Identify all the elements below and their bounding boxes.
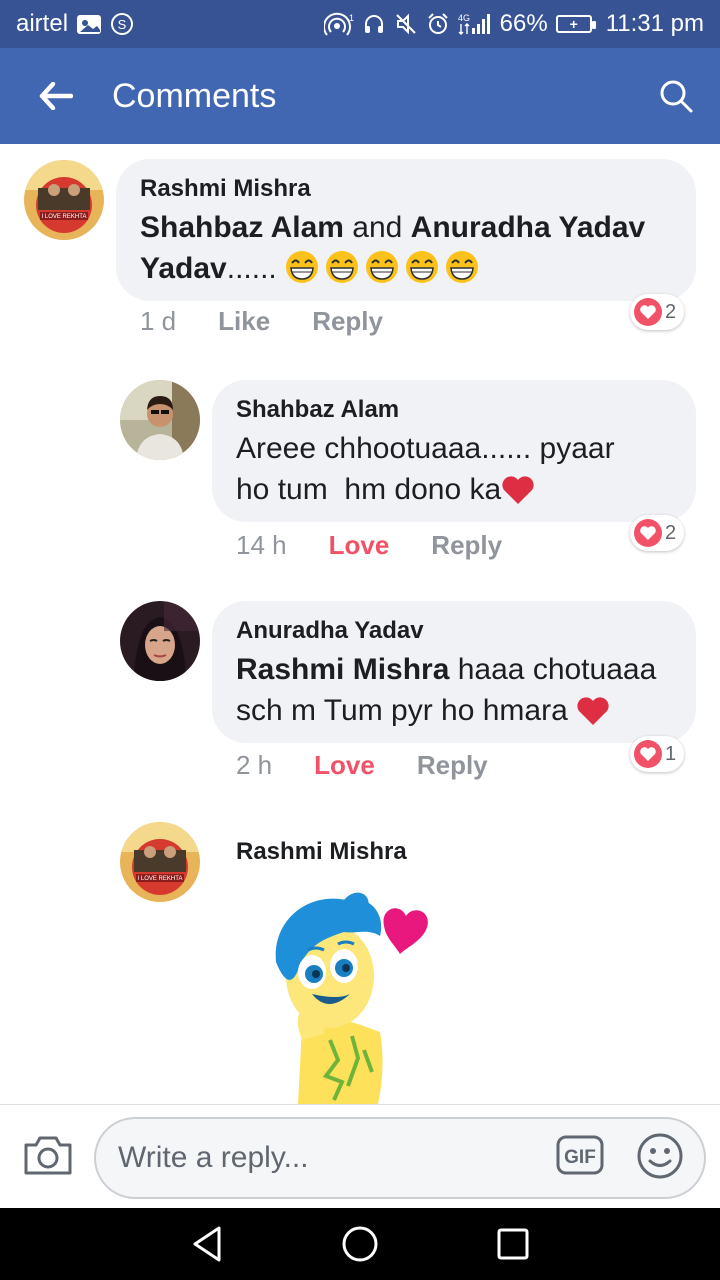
- nav-back-button[interactable]: [177, 1214, 237, 1274]
- headset-icon: [362, 12, 386, 36]
- app-header: Comments: [0, 48, 720, 144]
- comment-timestamp: 2 h: [236, 750, 273, 780]
- comment-text: Rashmi Mishra haaa chotuaaa sch m Tum py…: [236, 649, 672, 737]
- square-recents-icon: [497, 1228, 529, 1260]
- love-button[interactable]: Love: [314, 750, 375, 781]
- comment-timestamp: 1 d: [140, 306, 177, 336]
- comment-text-line: Areee chhootuaaa...... pyaar: [236, 432, 615, 465]
- s-badge-icon: S: [110, 12, 134, 36]
- svg-text:I LOVE REKHTA: I LOVE REKHTA: [138, 876, 183, 882]
- reaction-count: 2: [665, 521, 677, 544]
- mention-link[interactable]: Rashmi Mishra: [236, 653, 449, 686]
- heart-icon: [634, 519, 662, 547]
- comment-item: I LOVE REKHTA Rashmi Mishra Shahbaz Alam…: [0, 144, 720, 354]
- emoji-button[interactable]: [636, 1132, 684, 1180]
- status-bar: airtel S 1 4G 66% + 11:31 pm: [0, 0, 720, 48]
- red-heart-emoji-icon: [501, 475, 535, 516]
- reaction-count-badge[interactable]: 2: [630, 294, 685, 330]
- comment-author[interactable]: Shahbaz Alam: [236, 396, 672, 424]
- triangle-back-icon: [193, 1226, 221, 1262]
- svg-text:GIF: GIF: [564, 1147, 596, 1168]
- battery-icon: +: [555, 15, 596, 33]
- circle-home-icon: [342, 1226, 378, 1262]
- grin-emoji-icon: [285, 250, 485, 295]
- comment-text-line: haaa chotuaaa: [449, 653, 657, 686]
- comment-timestamp: 14 h: [236, 530, 287, 560]
- page-title: Comments: [112, 76, 277, 115]
- carrier-name: airtel: [16, 10, 69, 37]
- comment-text-tail: ......: [226, 252, 286, 285]
- heart-icon: [634, 298, 662, 326]
- comment-author[interactable]: Rashmi Mishra: [140, 175, 672, 203]
- avatar[interactable]: [120, 380, 200, 460]
- reaction-count-badge[interactable]: 2: [630, 515, 685, 551]
- hotspot-icon: 1: [323, 12, 354, 36]
- smiley-icon: [637, 1133, 683, 1179]
- reaction-count: 1: [665, 742, 677, 765]
- comment-text-line: sch m Tum pyr ho hmara: [236, 694, 577, 727]
- comment-bubble: Rashmi Mishra Shahbaz Alam and Anuradha …: [116, 159, 696, 301]
- camera-button[interactable]: [22, 1133, 74, 1181]
- system-nav-bar: [0, 1208, 720, 1280]
- comment-item: Shahbaz Alam Areee chhootuaaa...... pyaa…: [0, 370, 720, 580]
- comment-actions: 14 h Love Reply: [236, 530, 544, 561]
- reply-input[interactable]: Write a reply...: [94, 1117, 706, 1199]
- arrow-left-icon: [39, 82, 73, 110]
- battery-percent: 66%: [499, 10, 548, 37]
- mute-icon: [394, 12, 418, 36]
- comment-actions: 1 d Like Reply: [140, 306, 425, 337]
- heart-icon: [634, 740, 662, 768]
- mention-link[interactable]: Anuradha Yadav: [411, 211, 646, 244]
- svg-text:1: 1: [349, 13, 354, 23]
- comment-author[interactable]: Rashmi Mishra: [236, 838, 407, 866]
- comment-actions: 2 h Love Reply: [236, 750, 530, 781]
- mention-link[interactable]: Yadav: [140, 252, 227, 285]
- comment-text: Shahbaz Alam and Anuradha Yadav Yadav...…: [140, 207, 672, 295]
- comment-text-connector: and: [343, 211, 411, 244]
- reply-composer: Write a reply...: [0, 1104, 720, 1208]
- nav-recents-button[interactable]: [483, 1214, 543, 1274]
- comment-bubble: Shahbaz Alam Areee chhootuaaa...... pyaa…: [212, 380, 696, 522]
- avatar[interactable]: I LOVE REKHTA: [120, 822, 200, 902]
- gif-button[interactable]: GIF: [556, 1133, 604, 1177]
- comment-item: Anuradha Yadav Rashmi Mishra haaa chotua…: [0, 590, 720, 800]
- svg-text:S: S: [118, 17, 127, 32]
- search-button[interactable]: [656, 76, 696, 116]
- comment-bubble: Anuradha Yadav Rashmi Mishra haaa chotua…: [212, 601, 696, 743]
- nav-home-button[interactable]: [330, 1214, 390, 1274]
- status-bar-left: airtel S: [16, 10, 134, 38]
- alarm-icon: [426, 12, 450, 36]
- avatar[interactable]: I LOVE REKHTA: [24, 160, 104, 240]
- reaction-count-badge[interactable]: 1: [630, 736, 685, 772]
- camera-icon: [24, 1136, 72, 1175]
- red-heart-emoji-icon: [576, 696, 610, 737]
- reply-button[interactable]: Reply: [312, 306, 383, 337]
- avatar[interactable]: [120, 601, 200, 681]
- like-button[interactable]: Like: [218, 306, 270, 337]
- comment-author[interactable]: Anuradha Yadav: [236, 617, 672, 645]
- comment-text-line: ho tum hm dono ka: [236, 473, 502, 506]
- signal-icon: 4G: [458, 12, 492, 36]
- reaction-count: 2: [665, 300, 677, 323]
- reply-button[interactable]: Reply: [431, 530, 502, 561]
- status-bar-right: 1 4G 66% + 11:31 pm: [323, 10, 704, 38]
- love-button[interactable]: Love: [329, 530, 390, 561]
- reply-button[interactable]: Reply: [417, 750, 488, 781]
- svg-text:4G: 4G: [458, 13, 470, 23]
- joy-heart-sticker[interactable]: [268, 890, 448, 1104]
- photo-notification-icon: [76, 12, 102, 36]
- comment-text: Areee chhootuaaa...... pyaar ho tum hm d…: [236, 428, 672, 516]
- mention-link[interactable]: Shahbaz Alam: [140, 211, 344, 244]
- search-icon: [660, 80, 693, 113]
- clock: 11:31 pm: [605, 10, 704, 37]
- back-button[interactable]: [0, 48, 112, 144]
- svg-text:I LOVE REKHTA: I LOVE REKHTA: [42, 214, 87, 220]
